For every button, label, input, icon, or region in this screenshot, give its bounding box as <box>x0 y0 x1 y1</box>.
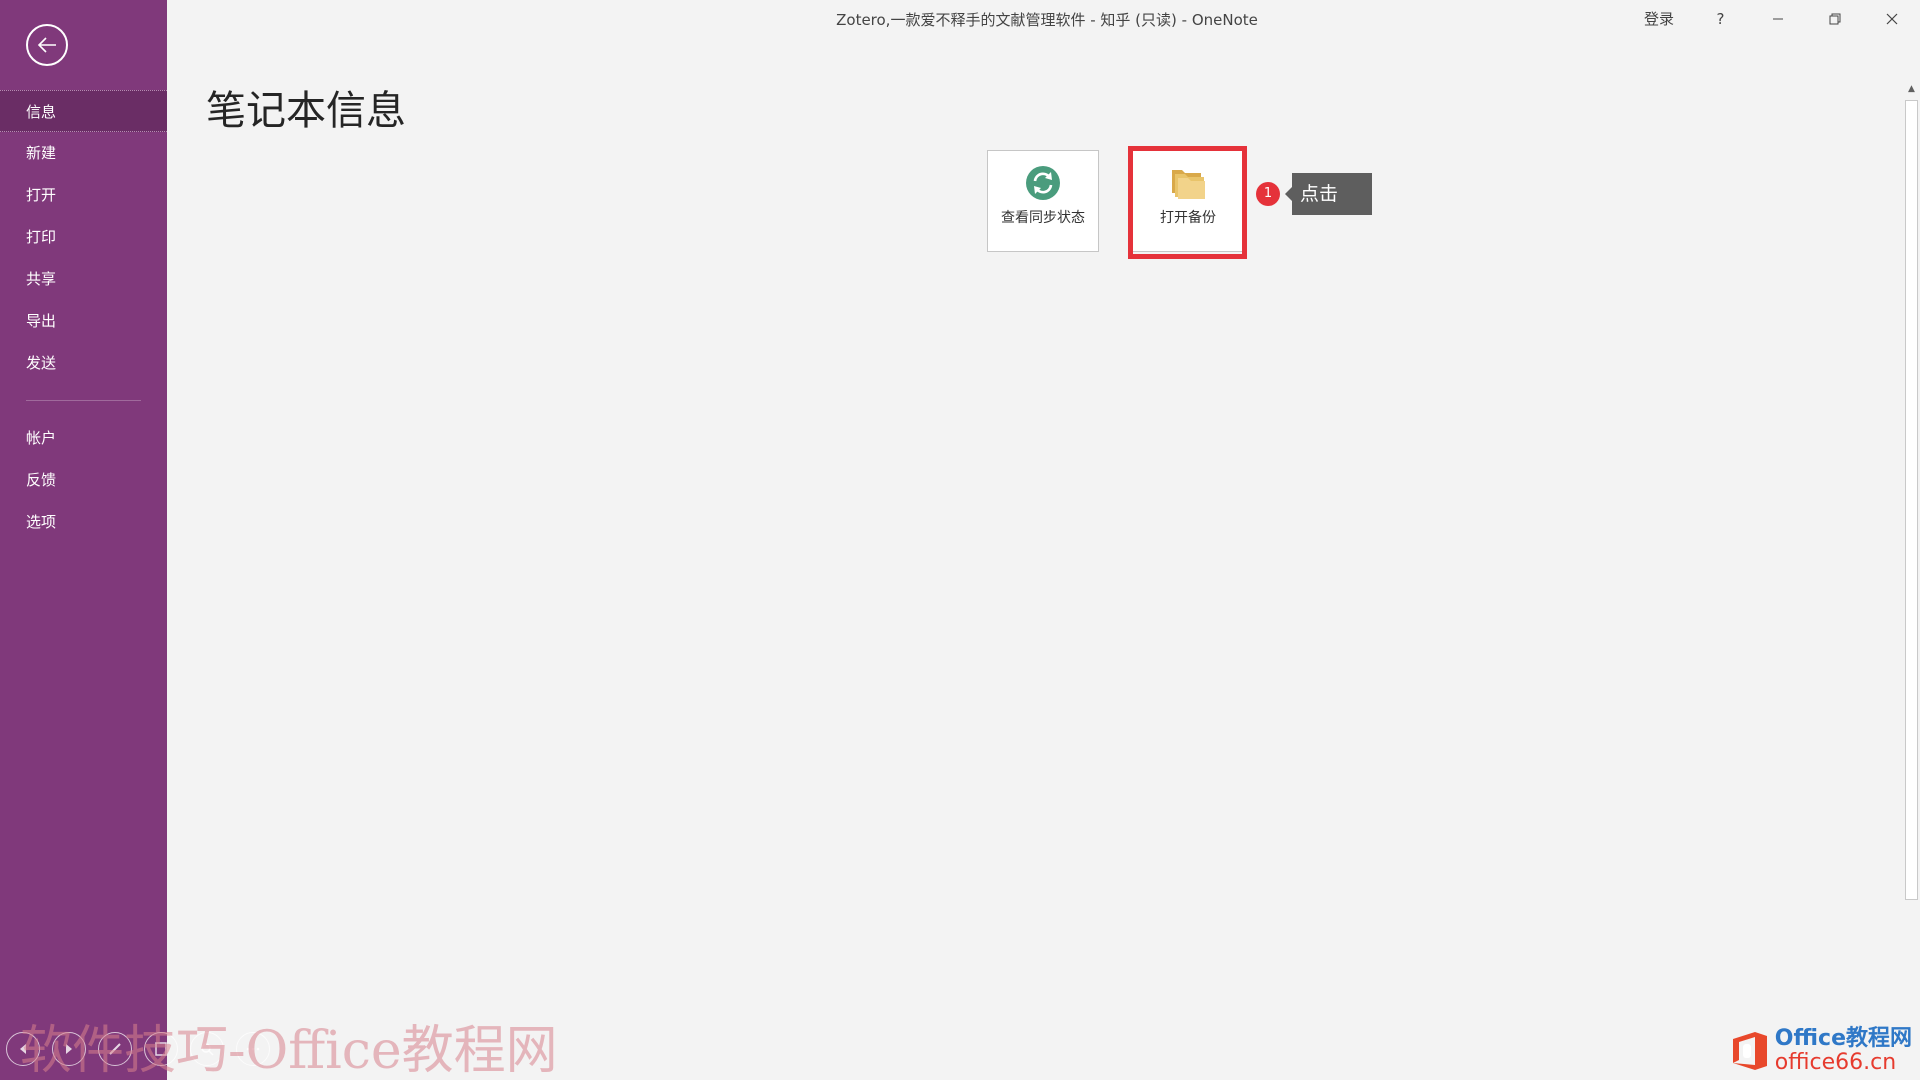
back-button[interactable] <box>26 24 68 66</box>
signin-button[interactable]: 登录 <box>1626 0 1692 38</box>
window-title: Zotero,一款爱不释手的文献管理软件 - 知乎 (只读) - OneNote <box>836 11 1258 29</box>
sidebar-item-open[interactable]: 打开 <box>0 174 167 216</box>
help-button[interactable]: ? <box>1692 0 1749 38</box>
office-logo-icon <box>1732 1032 1767 1070</box>
vertical-scrollbar[interactable]: ▲ <box>1903 80 1920 1080</box>
restore-icon <box>1829 13 1840 25</box>
brand-watermark: Office教程网 office66.cn <box>1731 1028 1912 1074</box>
brand-name: Office教程网 <box>1774 1026 1912 1051</box>
sidebar-item-feedback[interactable]: 反馈 <box>0 459 167 501</box>
sidebar-item-share[interactable]: 共享 <box>0 258 167 300</box>
folder-icon <box>1168 163 1208 203</box>
minimize-icon <box>1772 18 1783 20</box>
restore-button[interactable] <box>1806 0 1863 38</box>
step-badge: 1 <box>1256 182 1280 206</box>
sync-icon <box>1023 163 1063 203</box>
sidebar-bottom-controls <box>6 1032 270 1066</box>
sidebar-item-account[interactable]: 帐户 <box>0 417 167 459</box>
prev-icon[interactable] <box>6 1032 40 1066</box>
window-controls: 登录 ? <box>1626 0 1920 38</box>
nav-divider <box>26 400 141 401</box>
backstage-sidebar: 信息 新建 打开 打印 共享 导出 发送 帐户 反馈 选项 <box>0 0 270 1080</box>
close-button[interactable] <box>1863 0 1920 38</box>
page-icon[interactable] <box>144 1032 178 1066</box>
pen-icon[interactable] <box>98 1032 132 1066</box>
sidebar-item-new[interactable]: 新建 <box>0 132 167 174</box>
onenote-backstage: 信息 新建 打开 打印 共享 导出 发送 帐户 反馈 选项 Zotero,一款爱… <box>0 0 1920 1080</box>
sidebar-item-send[interactable]: 发送 <box>0 342 167 384</box>
backstage-nav: 信息 新建 打开 打印 共享 导出 发送 帐户 反馈 选项 <box>0 90 167 543</box>
scroll-thumb[interactable] <box>1905 100 1918 900</box>
minimize-button[interactable] <box>1749 0 1806 38</box>
scroll-up-icon[interactable]: ▲ <box>1903 80 1920 97</box>
more-icon[interactable] <box>236 1032 270 1066</box>
sync-tile-label: 查看同步状态 <box>1001 210 1085 226</box>
sidebar-item-export[interactable]: 导出 <box>0 300 167 342</box>
click-callout: 点击 <box>1285 173 1372 215</box>
open-backup-button[interactable]: 打开备份 <box>1132 150 1244 252</box>
sidebar-item-options[interactable]: 选项 <box>0 501 167 543</box>
page-title: 笔记本信息 <box>206 88 406 134</box>
backup-tile-label: 打开备份 <box>1160 210 1216 226</box>
brand-url: office66.cn <box>1774 1050 1897 1075</box>
title-bar: Zotero,一款爱不释手的文献管理软件 - 知乎 (只读) - OneNote… <box>167 0 1920 38</box>
view-sync-status-button[interactable]: 查看同步状态 <box>987 150 1099 252</box>
sidebar-item-info[interactable]: 信息 <box>0 90 167 132</box>
back-arrow-icon <box>37 37 56 53</box>
sidebar-item-print[interactable]: 打印 <box>0 216 167 258</box>
close-icon <box>1886 13 1897 25</box>
next-icon[interactable] <box>52 1032 86 1066</box>
zoom-icon[interactable] <box>190 1032 224 1066</box>
